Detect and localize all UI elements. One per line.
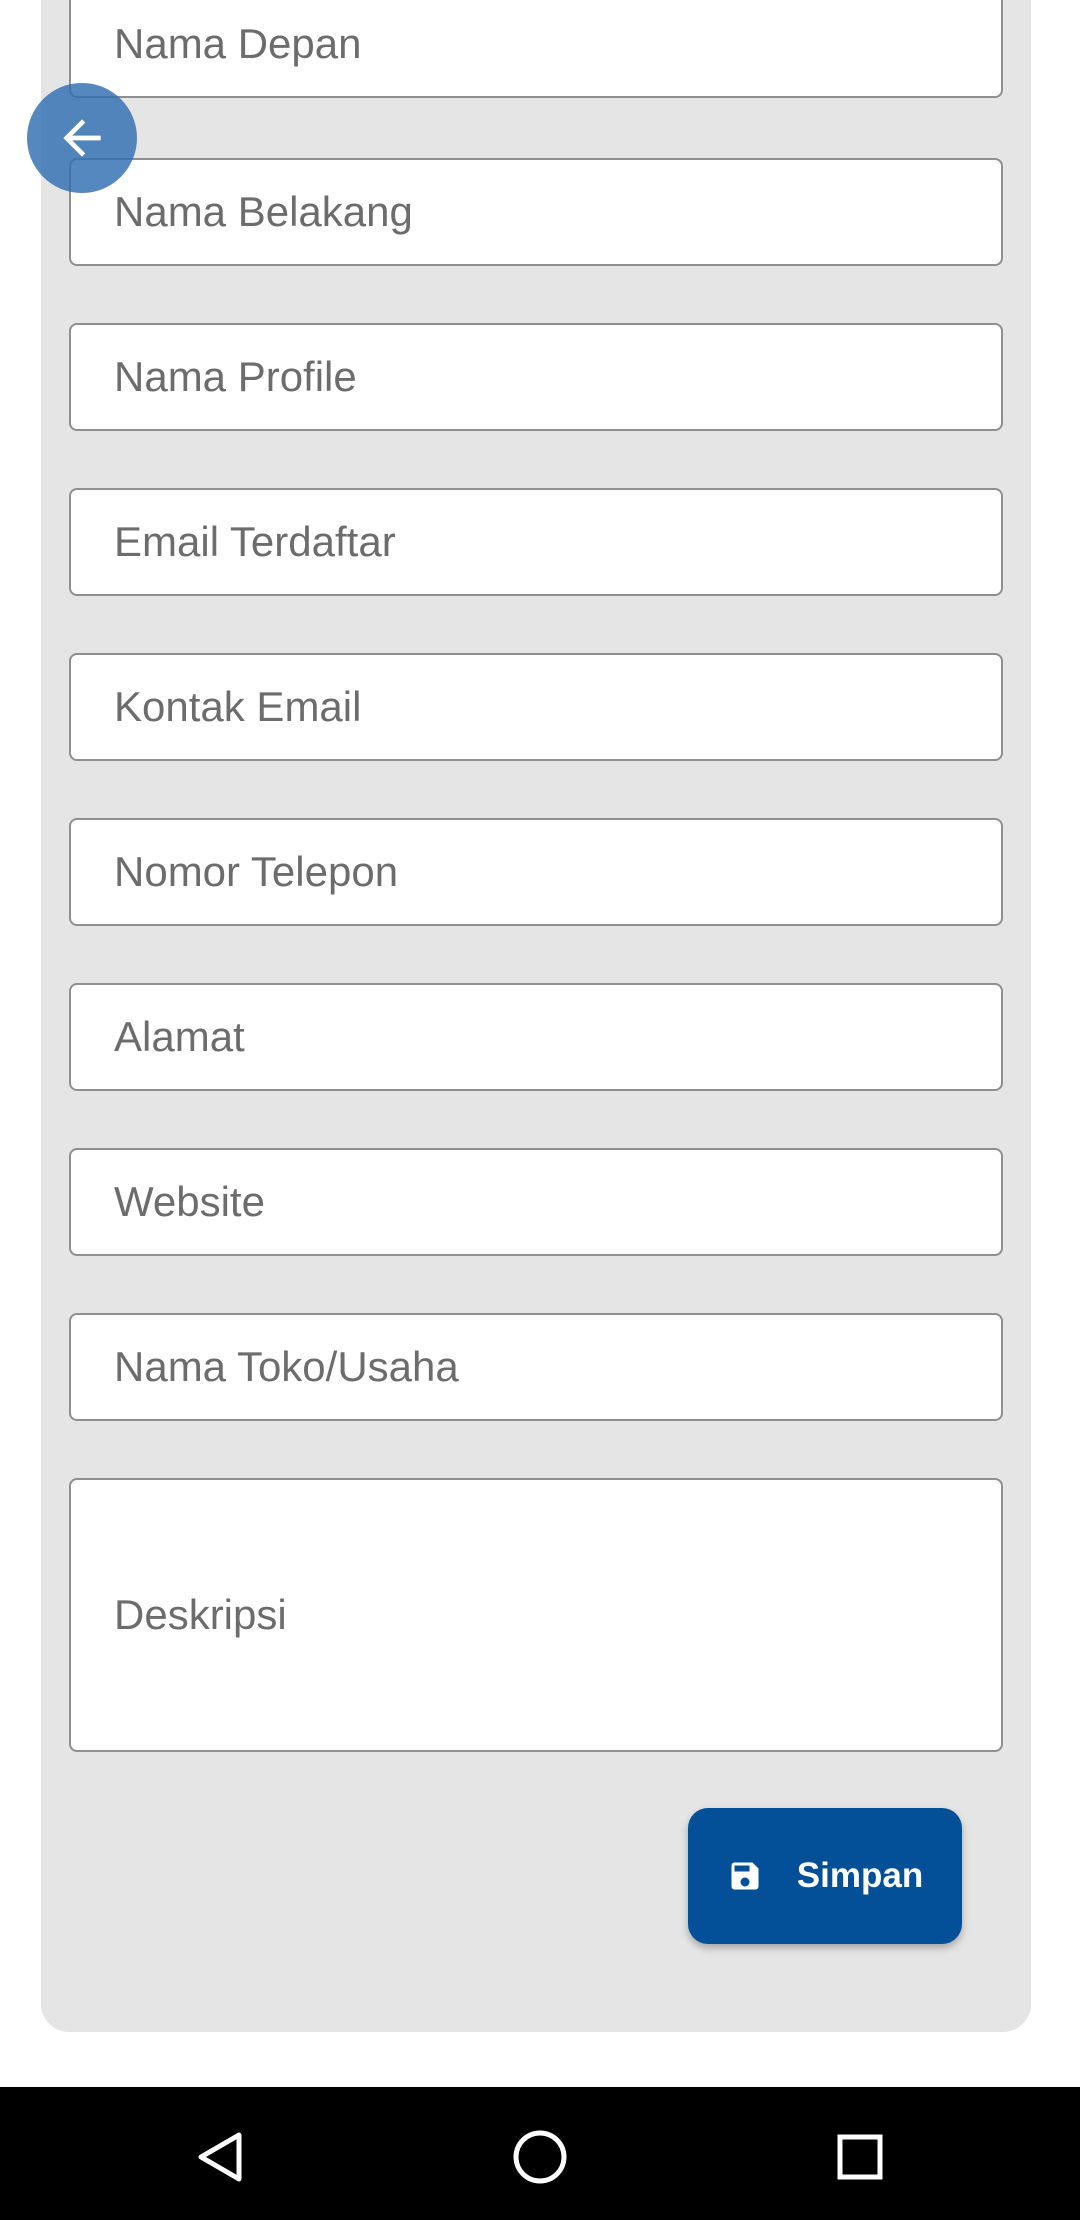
website-placeholder: Website — [114, 1178, 265, 1225]
back-button[interactable] — [27, 83, 137, 193]
floppy-disk-icon — [731, 1862, 759, 1890]
arrow-left-icon — [63, 119, 101, 157]
circle-home-icon — [513, 2130, 567, 2184]
registered-email-field[interactable]: Email Terdaftar — [69, 488, 1003, 596]
nav-recents-button[interactable] — [810, 2107, 910, 2207]
address-placeholder: Alamat — [114, 1013, 245, 1060]
website-field[interactable]: Website — [69, 1148, 1003, 1256]
description-field[interactable]: Deskripsi — [69, 1478, 1003, 1752]
last-name-placeholder: Nama Belakang — [114, 188, 413, 235]
address-field[interactable]: Alamat — [69, 983, 1003, 1091]
store-name-field[interactable]: Nama Toko/Usaha — [69, 1313, 1003, 1421]
nav-home-button[interactable] — [490, 2107, 590, 2207]
nav-back-button[interactable] — [171, 2107, 271, 2207]
last-name-field[interactable]: Nama Belakang — [69, 158, 1003, 266]
phone-number-placeholder: Nomor Telepon — [114, 848, 399, 895]
contact-email-placeholder: Kontak Email — [114, 683, 362, 730]
triangle-back-icon — [198, 2132, 242, 2182]
description-placeholder: Deskripsi — [114, 1591, 287, 1638]
system-nav-bar — [0, 2087, 1080, 2220]
square-recents-icon — [837, 2134, 883, 2180]
contact-email-field[interactable]: Kontak Email — [69, 653, 1003, 761]
store-name-placeholder: Nama Toko/Usaha — [114, 1343, 459, 1390]
save-button[interactable]: Simpan — [688, 1808, 962, 1944]
profile-name-placeholder: Nama Profile — [114, 353, 357, 400]
save-label: Simpan — [796, 1856, 924, 1895]
first-name-placeholder: Nama Depan — [114, 20, 362, 67]
profile-name-field[interactable]: Nama Profile — [69, 323, 1003, 431]
phone-number-field[interactable]: Nomor Telepon — [69, 818, 1003, 926]
first-name-field[interactable]: Nama Depan — [69, 0, 1003, 98]
registered-email-placeholder: Email Terdaftar — [114, 518, 396, 565]
